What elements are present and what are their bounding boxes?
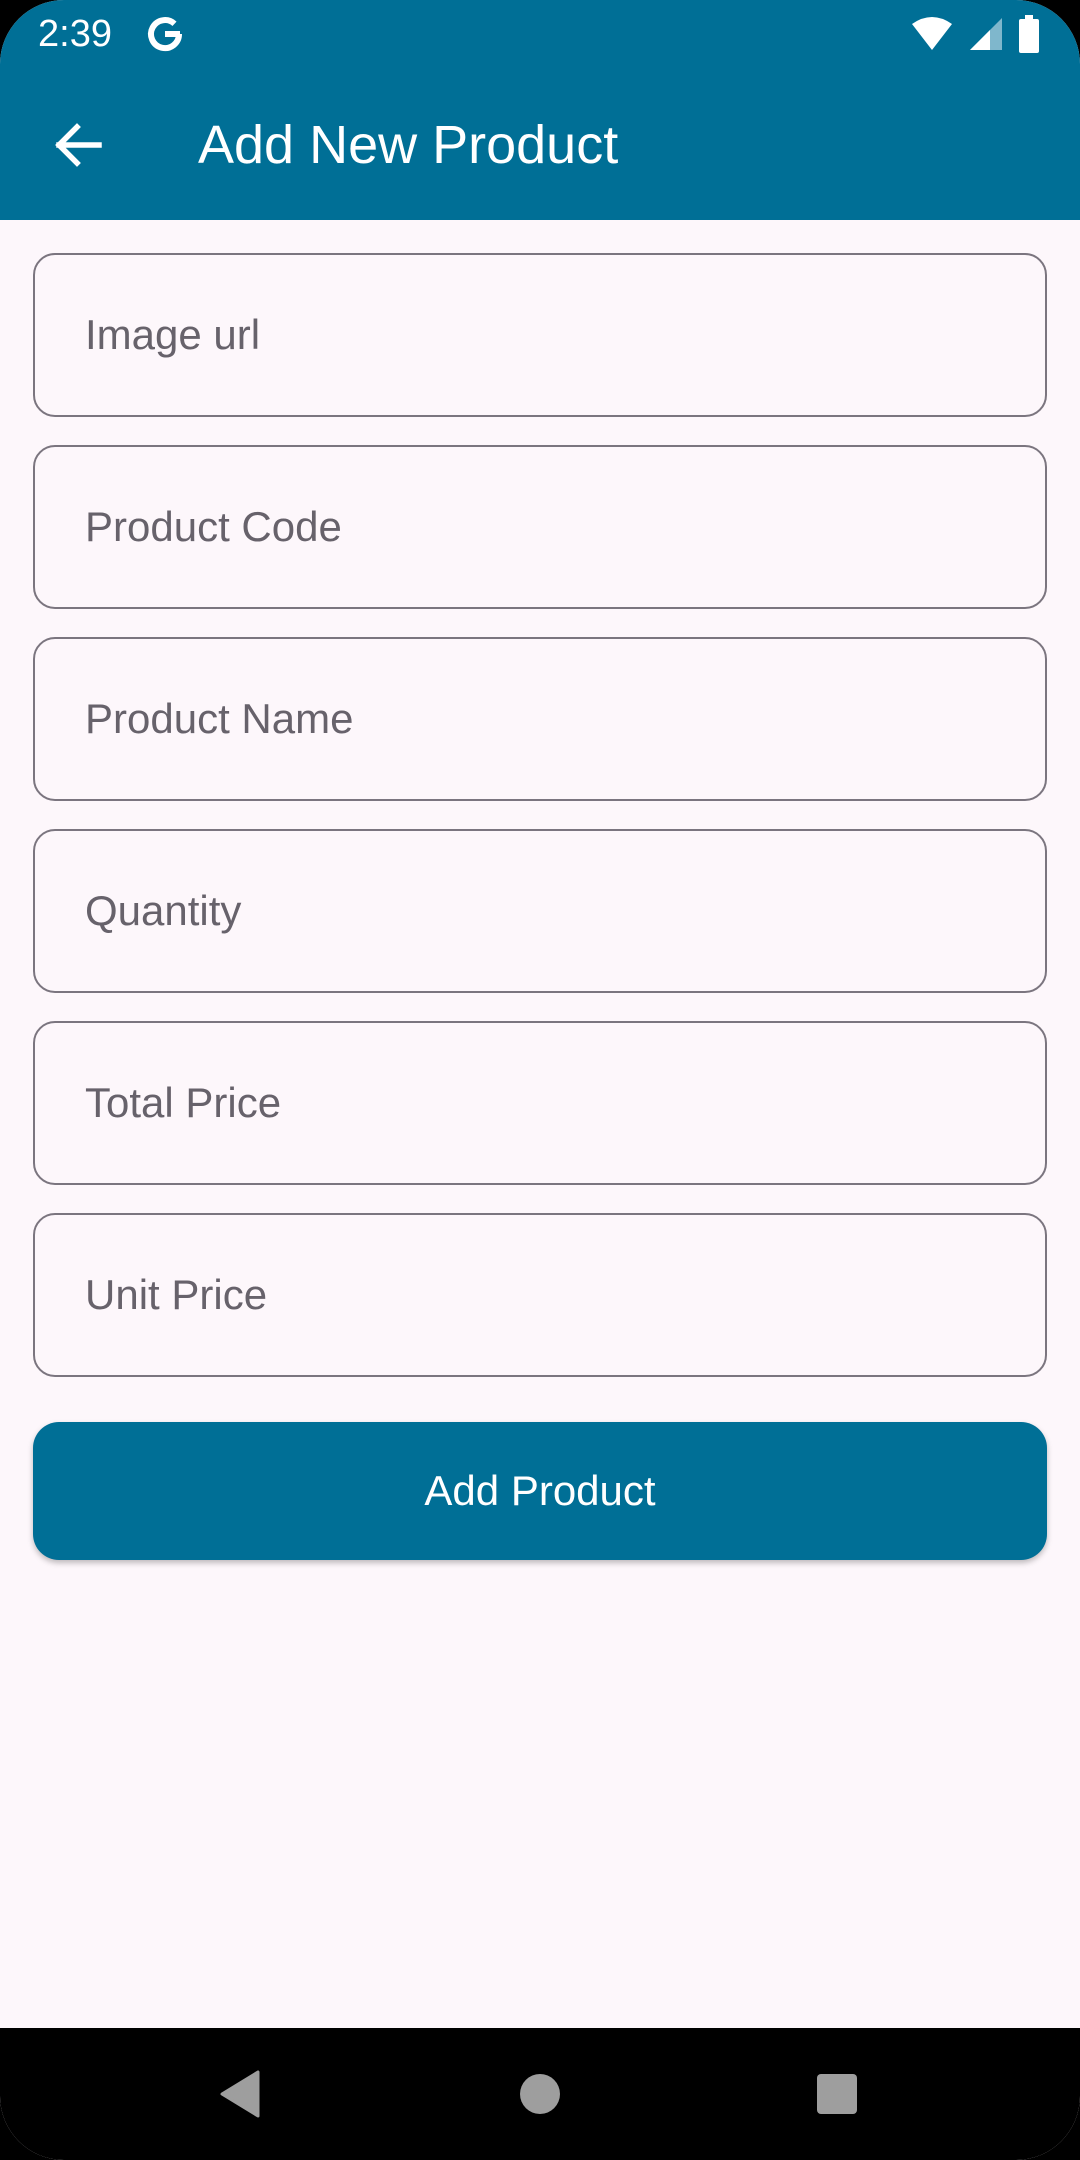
product-name-field (33, 637, 1047, 801)
wifi-icon (912, 17, 952, 50)
arrow-back-icon (55, 123, 102, 167)
total-price-input[interactable] (35, 1023, 1045, 1183)
total-price-field (33, 1021, 1047, 1185)
quantity-input[interactable] (35, 831, 1045, 991)
app-screen: 2:39 Add New Product Image url Product C… (0, 0, 1080, 2160)
app-bar: Add New Product (0, 70, 1080, 220)
battery-icon (1019, 15, 1039, 53)
nav-home-icon (520, 2074, 560, 2114)
nav-back-button[interactable] (204, 2058, 276, 2130)
product-code-field (33, 445, 1047, 609)
back-button[interactable] (40, 108, 114, 182)
image-url-input[interactable] (35, 255, 1045, 415)
nav-home-button[interactable] (504, 2058, 576, 2130)
product-name-input[interactable] (35, 639, 1045, 799)
add-product-button[interactable]: Add Product (33, 1422, 1047, 1560)
nav-back-icon (220, 2070, 260, 2118)
nav-recents-button[interactable] (801, 2058, 873, 2130)
quantity-field (33, 829, 1047, 993)
status-bar: 2:39 (0, 0, 1080, 70)
status-time: 2:39 (38, 13, 112, 55)
product-form (33, 253, 1047, 1405)
system-nav-bar (0, 2028, 1080, 2160)
image-url-field (33, 253, 1047, 417)
nav-recents-icon (817, 2074, 857, 2114)
status-icons (910, 14, 1040, 54)
page-title: Add New Product (198, 115, 619, 175)
unit-price-input[interactable] (35, 1215, 1045, 1375)
unit-price-field (33, 1213, 1047, 1377)
product-code-input[interactable] (35, 447, 1045, 607)
google-g-icon (148, 17, 183, 52)
cellular-signal-icon (970, 18, 1002, 50)
